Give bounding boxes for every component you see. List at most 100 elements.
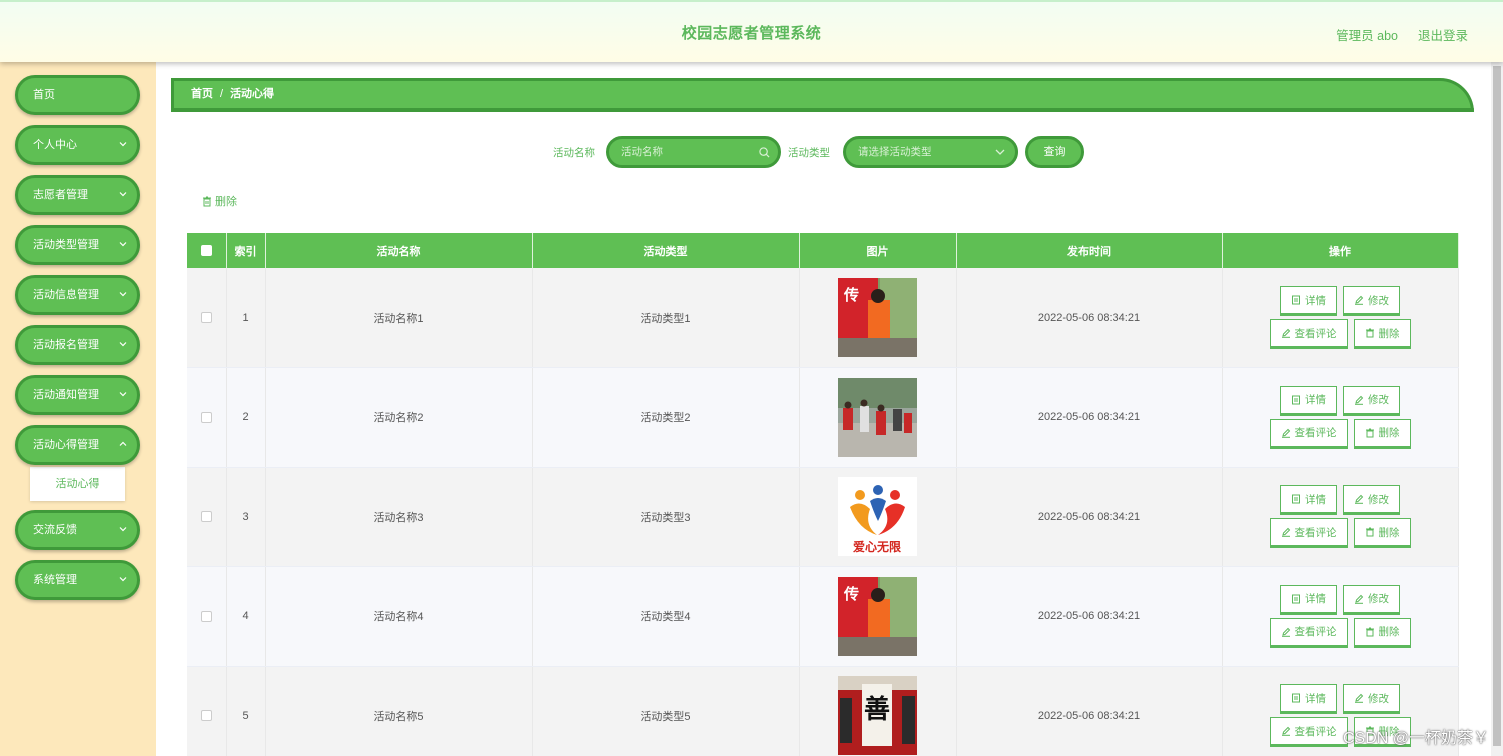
select-all-checkbox[interactable] (200, 245, 212, 257)
delete-label: 删除 (1378, 526, 1400, 539)
activity-type-label: 活动类型 (788, 147, 830, 159)
app-title: 校园志愿者管理系统 (681, 25, 822, 42)
row-checkbox[interactable] (200, 411, 212, 423)
activity-image: 传 (838, 278, 917, 357)
activity-type-select[interactable]: 请选择活动类型 (843, 136, 1018, 168)
sidebar-item-label: 个人中心 (33, 139, 77, 151)
breadcrumb-current: 活动心得 (230, 88, 275, 100)
sidebar-item-label: 活动心得管理 (33, 439, 99, 451)
delete-label: 删除 (1378, 327, 1400, 340)
edit-button[interactable]: 修改 (1343, 385, 1400, 416)
logout-link[interactable]: 退出登录 (1418, 25, 1468, 44)
view-comments-button[interactable]: 查看评论 (1269, 518, 1348, 549)
trash-icon (1365, 428, 1374, 438)
edit-button[interactable]: 修改 (1343, 485, 1400, 516)
activity-image: 善 (838, 676, 917, 756)
detail-button[interactable]: 详情 (1280, 684, 1337, 715)
sidebar-item-3[interactable]: 志愿者管理 (15, 175, 140, 215)
edit-button[interactable]: 修改 (1343, 584, 1400, 615)
scrollbar-thumb[interactable] (1493, 66, 1501, 746)
activity-image: 传 (838, 576, 917, 656)
detail-button[interactable]: 详情 (1280, 584, 1337, 615)
delete-button[interactable]: 删除 (1353, 617, 1411, 648)
detail-label: 详情 (1305, 493, 1326, 506)
breadcrumb-home[interactable]: 首页 (191, 88, 213, 100)
table-row: 2 活动名称2 活动类型2 2022-05-06 08:34:21 详情 修改 查看评论 删除 (187, 367, 1459, 468)
row-activity-type: 活动类型3 (532, 467, 800, 567)
detail-button[interactable]: 详情 (1280, 286, 1337, 316)
row-publish-time: 2022-05-06 08:34:21 (956, 467, 1223, 567)
detail-label: 详情 (1305, 294, 1326, 307)
pencil-icon (1281, 528, 1290, 538)
batch-delete-button[interactable]: 删除 (202, 193, 237, 209)
sidebar-item-9[interactable]: 交流反馈 (15, 510, 140, 550)
edit-button[interactable]: 修改 (1343, 286, 1400, 316)
pencil-icon (1355, 295, 1364, 305)
chevron-down-icon (119, 527, 127, 532)
document-icon (1292, 693, 1300, 703)
view-comments-label: 查看评论 (1294, 626, 1337, 639)
chevron-down-icon (995, 149, 1005, 155)
row-image-cell: 爱心无限 (799, 467, 957, 567)
search-bar: 活动名称 活动名称 活动类型 请选择活动类型 查询 (156, 136, 1491, 168)
submenu-item-activity-insight[interactable]: 活动心得 (30, 467, 125, 501)
row-activity-type: 活动类型5 (532, 666, 800, 756)
chevron-down-icon (119, 392, 127, 397)
row-checkbox[interactable] (200, 511, 212, 523)
activity-name-input[interactable]: 活动名称 (606, 136, 781, 168)
sidebar-item-10[interactable]: 系统管理 (15, 560, 140, 600)
row-index: 4 (226, 566, 266, 667)
chevron-down-icon (119, 142, 127, 147)
chevron-down-icon (119, 242, 127, 247)
edit-button[interactable]: 修改 (1343, 684, 1400, 715)
sidebar-item-label: 志愿者管理 (33, 189, 88, 201)
detail-button[interactable]: 详情 (1280, 385, 1337, 416)
view-comments-button[interactable]: 查看评论 (1269, 617, 1348, 648)
sidebar-item-8[interactable]: 活动心得管理 (15, 425, 140, 465)
page-scrollbar[interactable] (1491, 62, 1503, 756)
row-activity-name: 活动名称2 (265, 367, 533, 468)
sidebar-item-label: 活动报名管理 (33, 339, 99, 351)
delete-button[interactable]: 删除 (1353, 518, 1411, 549)
sidebar-item-6[interactable]: 活动报名管理 (15, 325, 140, 365)
view-comments-label: 查看评论 (1294, 526, 1337, 539)
edit-label: 修改 (1368, 593, 1389, 606)
sidebar-item-1[interactable]: 首页 (15, 75, 140, 115)
row-image-cell (799, 367, 957, 468)
sidebar-item-2[interactable]: 个人中心 (15, 125, 140, 165)
pencil-icon (1281, 328, 1290, 338)
row-actions: 详情 修改 查看评论 删除 (1222, 268, 1459, 368)
row-checkbox[interactable] (200, 312, 212, 324)
query-button[interactable]: 查询 (1025, 136, 1084, 168)
row-index: 2 (226, 367, 266, 468)
batch-delete-label: 删除 (215, 196, 237, 208)
sidebar-item-7[interactable]: 活动通知管理 (15, 375, 140, 415)
view-comments-button[interactable]: 查看评论 (1269, 319, 1348, 349)
row-index: 1 (226, 268, 266, 368)
document-icon (1292, 594, 1300, 604)
delete-button[interactable]: 删除 (1353, 319, 1411, 349)
row-select-cell (187, 367, 227, 468)
sidebar-item-5[interactable]: 活动信息管理 (15, 275, 140, 315)
detail-button[interactable]: 详情 (1280, 485, 1337, 516)
edit-label: 修改 (1368, 692, 1389, 705)
view-comments-button[interactable]: 查看评论 (1269, 418, 1348, 449)
sidebar-item-label: 系统管理 (33, 574, 77, 586)
row-checkbox[interactable] (200, 610, 212, 622)
delete-button[interactable]: 删除 (1353, 418, 1411, 449)
row-image-cell: 善 (799, 666, 957, 756)
breadcrumb-separator: / (220, 88, 224, 100)
sidebar-item-4[interactable]: 活动类型管理 (15, 225, 140, 265)
table-row: 1 活动名称1 活动类型1 传 2022-05-06 08:34:21 详情 修改 查看评论 删… (187, 268, 1459, 368)
svg-text:善: 善 (864, 694, 890, 725)
edit-label: 修改 (1368, 394, 1389, 407)
row-select-cell (187, 666, 227, 756)
row-checkbox[interactable] (200, 710, 212, 722)
view-comments-button[interactable]: 查看评论 (1269, 717, 1348, 748)
pencil-icon (1355, 395, 1364, 405)
document-icon (1292, 395, 1300, 405)
svg-text:传: 传 (843, 286, 859, 304)
row-image-cell: 传 (799, 566, 957, 667)
column-header-image: 图片 (799, 233, 957, 268)
activity-image: 爱心无限 (838, 477, 917, 557)
